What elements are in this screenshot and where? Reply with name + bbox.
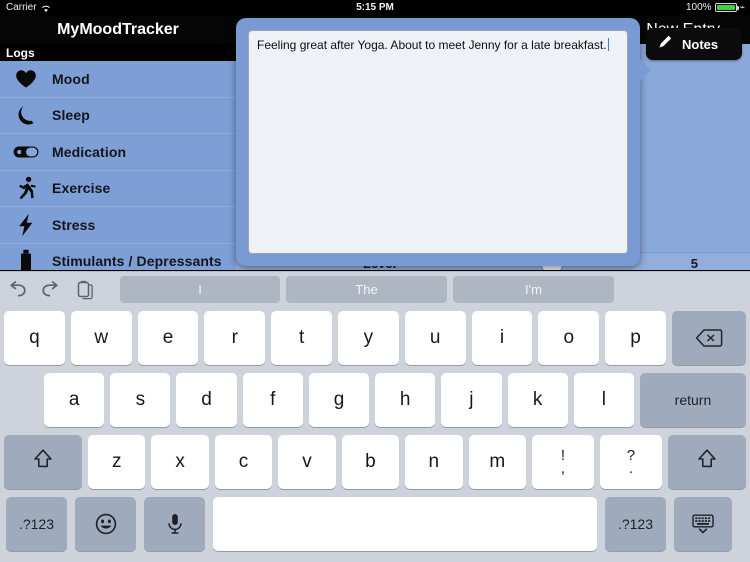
key-s[interactable]: s (110, 373, 171, 427)
status-bar: Carrier 5:15 PM 100% ⌁ (0, 0, 750, 16)
notes-textarea[interactable]: Feeling great after Yoga. About to meet … (248, 30, 628, 254)
key-q[interactable]: q (4, 311, 65, 365)
sidebar-section-label: Logs (6, 45, 35, 60)
keyboard-toolbar: I The I'm (0, 272, 750, 307)
backspace-delete-icon[interactable] (671, 311, 746, 365)
charging-bolt-icon: ⌁ (739, 2, 745, 12)
key-d[interactable]: d (176, 373, 237, 427)
keyboard-row-1: q w e r t y u i o p (0, 307, 750, 369)
paste-clipboard-icon[interactable] (68, 276, 102, 304)
keyboard-row-2: a s d f g h j k l return (0, 369, 750, 431)
key-j[interactable]: j (441, 373, 502, 427)
key-comma-label: , (560, 460, 566, 477)
numbers-key-left[interactable]: .?123 (6, 497, 67, 551)
key-i[interactable]: i (471, 311, 533, 365)
keyboard-row-3: z x c v b n m ! , ? . (0, 431, 750, 493)
status-bar-right: 100% ⌁ (686, 2, 745, 13)
battery-percent-label: 100% (686, 2, 712, 13)
lightning-bolt-icon (0, 213, 52, 237)
sidebar-item-sleep[interactable]: Sleep (0, 98, 236, 134)
onscreen-keyboard: I The I'm q w e r t y u i o p a s d f g … (0, 271, 750, 562)
key-y[interactable]: y (337, 311, 399, 365)
key-v[interactable]: v (278, 435, 336, 489)
sidebar-item-label: Exercise (52, 180, 111, 197)
key-w[interactable]: w (70, 311, 132, 365)
pencil-icon (656, 33, 674, 56)
key-e[interactable]: e (137, 311, 199, 365)
redo-arrow-icon[interactable] (34, 276, 68, 304)
text-caret (607, 38, 609, 51)
notes-popover: Feeling great after Yoga. About to meet … (236, 18, 640, 266)
moon-icon (0, 104, 52, 126)
shift-arrow-icon (32, 448, 54, 476)
notes-text-content: Feeling great after Yoga. About to meet … (249, 31, 627, 53)
popover-arrow (638, 57, 651, 83)
suggestion-3[interactable]: I'm (453, 276, 614, 303)
sidebar-list: Mood Sleep Medication Exercise Stress St… (0, 61, 236, 280)
key-u[interactable]: u (404, 311, 466, 365)
key-c[interactable]: c (214, 435, 273, 489)
app-title: MyMoodTracker (57, 21, 179, 38)
return-key[interactable]: return (639, 373, 746, 427)
hide-keyboard-icon[interactable] (674, 497, 732, 551)
key-p[interactable]: p (605, 311, 666, 365)
key-z[interactable]: z (88, 435, 146, 489)
keyboard-rows: q w e r t y u i o p a s d f g h j k l re… (0, 307, 750, 555)
sidebar-item-label: Sleep (52, 107, 90, 124)
key-b[interactable]: b (341, 435, 400, 489)
level-field-value: 5 (690, 255, 698, 271)
keyboard-row-4: .?123 .?123 (0, 493, 750, 555)
sidebar-section-header: Logs (0, 44, 236, 61)
notes-text-value: Feeling great after Yoga. About to meet … (257, 38, 607, 52)
sidebar-item-label: Medication (52, 143, 127, 160)
key-n[interactable]: n (405, 435, 463, 489)
pill-icon (0, 145, 52, 159)
heart-icon (0, 69, 52, 89)
sidebar-item-mood[interactable]: Mood (0, 61, 236, 98)
microphone-icon[interactable] (144, 497, 205, 551)
sidebar-item-exercise[interactable]: Exercise (0, 171, 236, 207)
bottle-icon (0, 249, 52, 273)
key-r[interactable]: r (204, 311, 266, 365)
notes-button-label: Notes (682, 36, 719, 52)
sidebar-item-label: Mood (52, 70, 90, 87)
key-x[interactable]: x (151, 435, 209, 489)
emoji-smiley-icon[interactable] (75, 497, 136, 551)
key-exclamation-comma[interactable]: ! , (531, 435, 594, 489)
sidebar-item-label: Stress (52, 216, 96, 233)
key-t[interactable]: t (271, 311, 332, 365)
sidebar-item-medication[interactable]: Medication (0, 134, 236, 171)
numbers-key-right[interactable]: .?123 (605, 497, 666, 551)
app-title-bar: MyMoodTracker (0, 16, 236, 44)
key-l[interactable]: l (573, 373, 634, 427)
sidebar-item-label: Stimulants / Depressants (52, 253, 222, 270)
key-h[interactable]: h (375, 373, 436, 427)
shift-arrow-icon (696, 448, 718, 476)
key-o[interactable]: o (538, 311, 600, 365)
key-k[interactable]: k (507, 373, 568, 427)
key-m[interactable]: m (468, 435, 526, 489)
key-a[interactable]: a (44, 373, 105, 427)
key-question-period[interactable]: ? . (599, 435, 662, 489)
undo-arrow-icon[interactable] (0, 276, 34, 304)
key-g[interactable]: g (308, 373, 370, 427)
sidebar-item-stress[interactable]: Stress (0, 207, 236, 244)
key-f[interactable]: f (242, 373, 303, 427)
battery-full-icon (714, 3, 739, 12)
shift-key-left[interactable] (4, 435, 82, 489)
suggestion-2[interactable]: The (286, 276, 447, 303)
running-person-icon (0, 176, 52, 200)
status-bar-clock: 5:15 PM (356, 2, 394, 13)
notes-button[interactable]: Notes (646, 28, 742, 60)
shift-key-right[interactable] (667, 435, 746, 489)
space-key[interactable] (213, 497, 597, 551)
key-period-label: . (628, 460, 634, 477)
suggestion-1[interactable]: I (120, 276, 280, 303)
